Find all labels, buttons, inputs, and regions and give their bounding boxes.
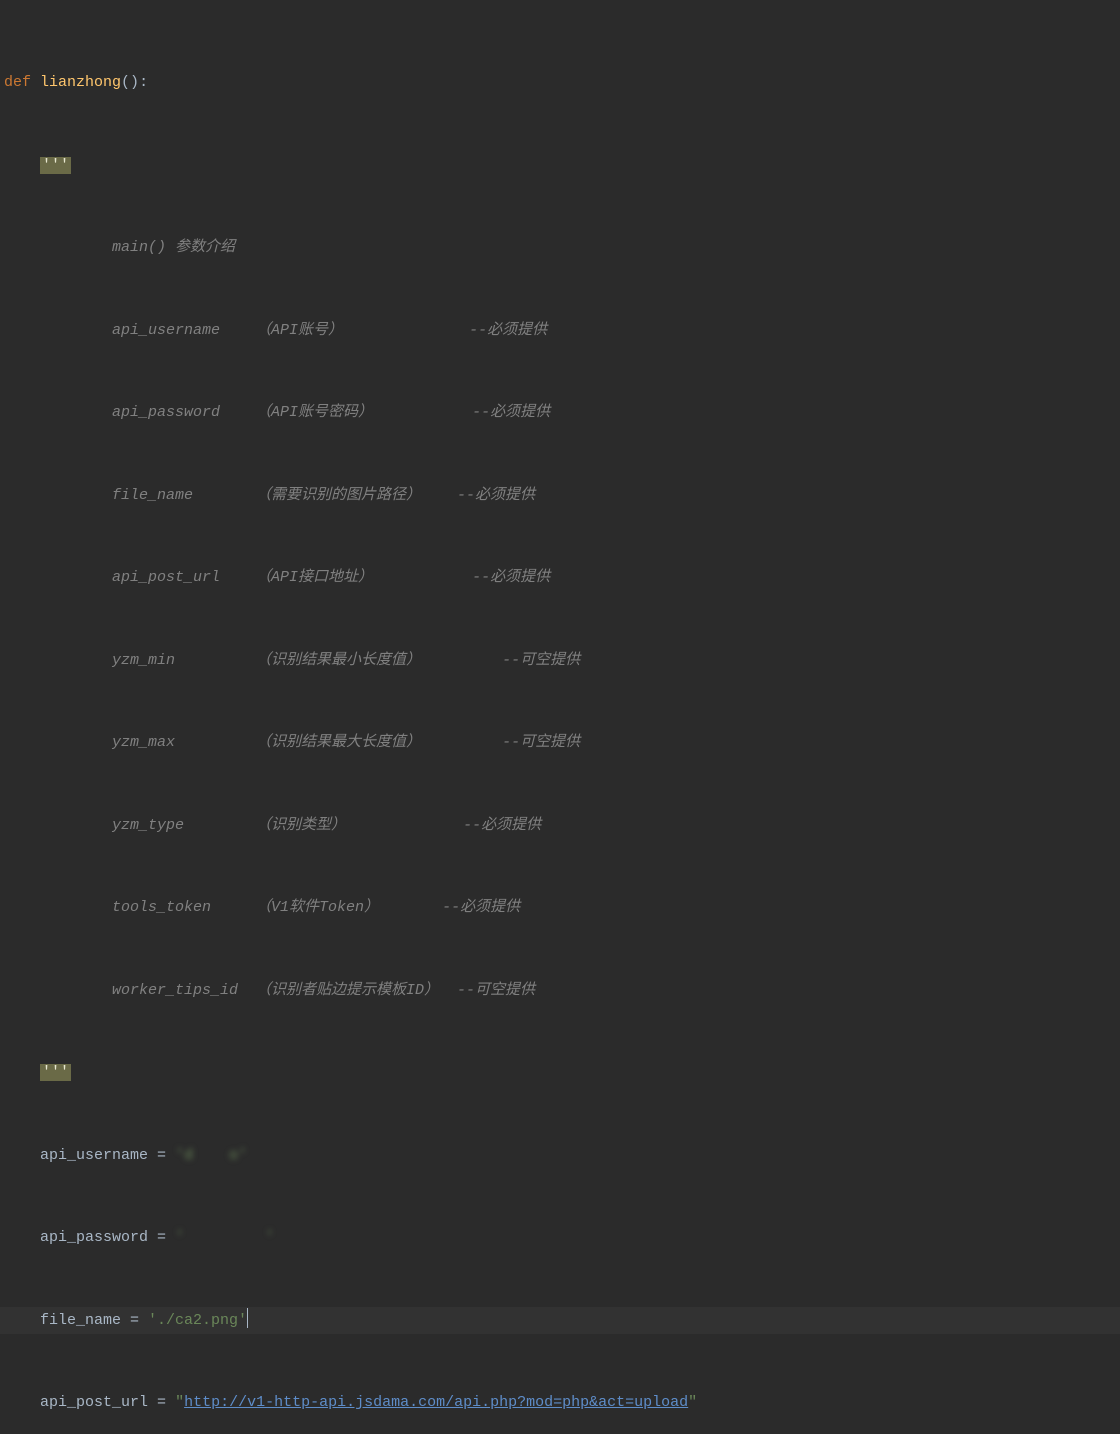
code-editor[interactable]: def lianzhong(): ''' main() 参数介绍 api_use… (0, 0, 1120, 1434)
code-line-current: file_name = './ca2.png' (0, 1307, 1120, 1335)
colon: : (139, 74, 148, 91)
docstring-open: ''' (40, 157, 71, 174)
string-value-blurred: ' ' (175, 1229, 274, 1246)
docstring-text: yzm_min （识别结果最小长度值） --可空提供 (40, 652, 580, 669)
docstring-text: tools_token （V1软件Token） --必须提供 (40, 899, 520, 916)
string-value-blurred: 'd o' (175, 1147, 247, 1164)
var-name: api_post_url (40, 1394, 148, 1411)
code-line: api_username = 'd o' (0, 1142, 1120, 1170)
var-name: file_name (40, 1312, 121, 1329)
keyword-def: def (4, 74, 31, 91)
code-line: yzm_min （识别结果最小长度值） --可空提供 (0, 647, 1120, 675)
code-line: api_password = ' ' (0, 1224, 1120, 1252)
code-line: ''' (0, 1059, 1120, 1087)
docstring-text: worker_tips_id （识别者贴边提示模板ID） --可空提供 (40, 982, 535, 999)
var-name: api_username (40, 1147, 148, 1164)
docstring-text: main() 参数介绍 (40, 239, 235, 256)
code-line: api_username （API账号） --必须提供 (0, 317, 1120, 345)
code-line: main() 参数介绍 (0, 234, 1120, 262)
docstring-text: api_post_url （API接口地址） --必须提供 (40, 569, 550, 586)
text-cursor (247, 1308, 248, 1328)
docstring-text: yzm_type （识别类型） --必须提供 (40, 817, 541, 834)
string-quote: " (688, 1394, 697, 1411)
code-line: api_post_url （API接口地址） --必须提供 (0, 564, 1120, 592)
docstring-text: api_username （API账号） --必须提供 (40, 322, 547, 339)
code-line: file_name （需要识别的图片路径） --必须提供 (0, 482, 1120, 510)
docstring-close: ''' (40, 1064, 71, 1081)
parens: () (121, 74, 139, 91)
string-quote: " (175, 1394, 184, 1411)
code-line: def lianzhong(): (0, 69, 1120, 97)
var-name: api_password (40, 1229, 148, 1246)
code-line: yzm_type （识别类型） --必须提供 (0, 812, 1120, 840)
docstring-text: yzm_max （识别结果最大长度值） --可空提供 (40, 734, 580, 751)
url-link[interactable]: http://v1-http-api.jsdama.com/api.php?mo… (184, 1394, 688, 1411)
code-line: api_password （API账号密码） --必须提供 (0, 399, 1120, 427)
code-line: api_post_url = "http://v1-http-api.jsdam… (0, 1389, 1120, 1417)
code-line: tools_token （V1软件Token） --必须提供 (0, 894, 1120, 922)
docstring-text: file_name （需要识别的图片路径） --必须提供 (40, 487, 535, 504)
function-name: lianzhong (40, 74, 121, 91)
docstring-text: api_password （API账号密码） --必须提供 (40, 404, 550, 421)
string-value: './ca2.png' (148, 1312, 247, 1329)
code-line: ''' (0, 152, 1120, 180)
code-line: worker_tips_id （识别者贴边提示模板ID） --可空提供 (0, 977, 1120, 1005)
code-line: yzm_max （识别结果最大长度值） --可空提供 (0, 729, 1120, 757)
